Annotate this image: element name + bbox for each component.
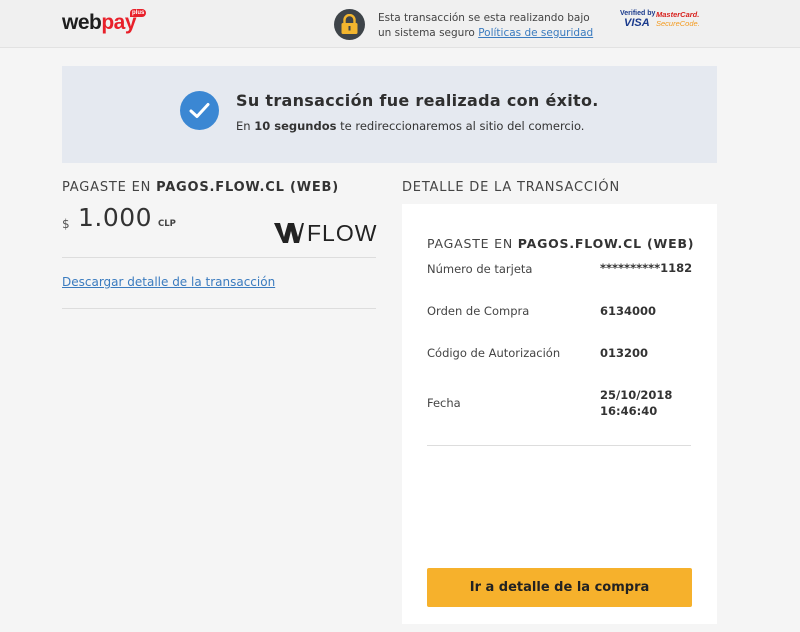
order-label: Orden de Compra (427, 304, 530, 318)
flow-logo-text: FLOW (307, 220, 378, 246)
download-detail-link[interactable]: Descargar detalle de la transacción (62, 275, 275, 289)
logo-badge-plus: plus (130, 9, 147, 17)
divider (62, 257, 376, 258)
redirect-countdown: 10 segundos (254, 119, 337, 133)
check-circle-icon (180, 91, 219, 130)
amount-row: $ 1.000 CLP FLOW (62, 203, 378, 246)
amount-value: 1.000 (78, 203, 153, 232)
auth-code-value: 013200 (600, 346, 649, 360)
date-value: 25/10/2018 (600, 388, 673, 402)
securecode-logo: SecureCode. (656, 19, 700, 28)
auth-code-label: Código de Autorización (427, 346, 561, 360)
paid-at-prefix: PAGASTE EN (62, 180, 152, 195)
header-bar: webpay plus Esta transacción se esta rea… (0, 0, 800, 48)
merchant-name: PAGOS.FLOW.CL (WEB) (156, 180, 340, 195)
flow-mark-icon (274, 223, 304, 243)
lock-icon (334, 9, 365, 40)
card-brand-logos: Verified by VISA MasterCard. SecureCode. (620, 10, 710, 32)
time-value: 16:46:40 (600, 404, 658, 418)
transaction-detail-heading: DETALLE DE LA TRANSACCIÓN (402, 180, 620, 195)
date-label: Fecha (427, 396, 461, 410)
visa-logo: VISA (624, 17, 650, 29)
webpay-logo: webpay plus (62, 9, 147, 34)
panel-merchant-name: PAGOS.FLOW.CL (WEB) (517, 236, 695, 251)
panel-paid-at-prefix: PAGASTE EN (427, 236, 513, 251)
redirect-notice: En 10 segundos te redireccionaremos al s… (236, 119, 584, 133)
security-policy-link[interactable]: Políticas de seguridad (478, 27, 593, 39)
paid-at-heading: PAGASTE EN PAGOS.FLOW.CL (WEB) (62, 180, 339, 195)
currency-symbol: $ (62, 217, 70, 231)
success-banner: Su transacción fue realizada con éxito. … (62, 66, 717, 163)
transaction-detail-panel: PAGASTE EN PAGOS.FLOW.CL (WEB) Número de… (402, 204, 717, 624)
divider (62, 308, 376, 309)
mastercard-logo: MasterCard. (656, 10, 700, 19)
success-title: Su transacción fue realizada con éxito. (236, 91, 599, 110)
logo-part-web: web (62, 11, 102, 34)
panel-paid-at-heading: PAGASTE EN PAGOS.FLOW.CL (WEB) (427, 236, 694, 251)
go-to-purchase-detail-button[interactable]: Ir a detalle de la compra (427, 568, 692, 607)
currency-code: CLP (158, 219, 176, 229)
card-number-value: **********1182 (600, 261, 693, 275)
order-value: 6134000 (600, 304, 657, 318)
security-notice: Esta transacción se esta realizando bajo… (378, 11, 598, 41)
divider (427, 445, 691, 446)
redirect-suffix: te redireccionaremos al sitio del comerc… (340, 119, 585, 133)
redirect-prefix: En (236, 119, 251, 133)
card-number-label: Número de tarjeta (427, 262, 533, 276)
